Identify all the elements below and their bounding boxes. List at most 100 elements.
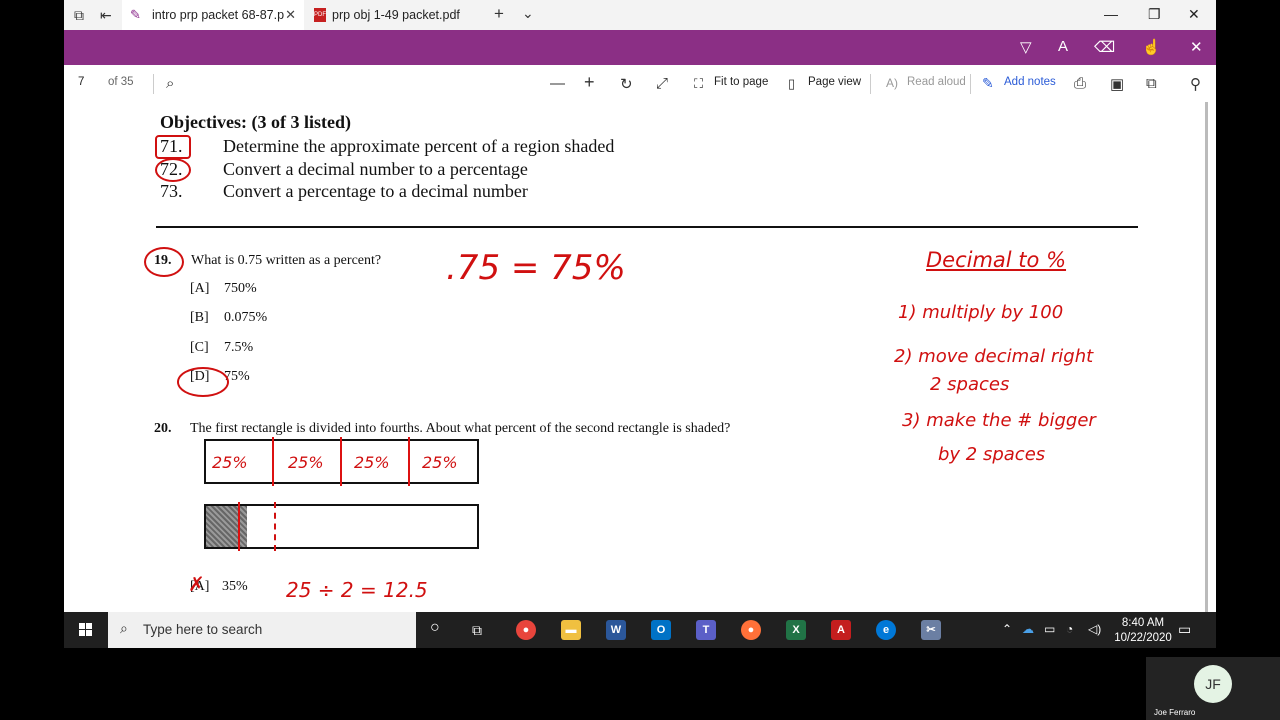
avatar: JF bbox=[1194, 665, 1232, 703]
read-aloud-icon: A) bbox=[886, 76, 898, 90]
add-notes-icon: ✎ bbox=[982, 75, 994, 91]
edge-icon[interactable]: e bbox=[876, 620, 896, 640]
webcam-tile: JF Joe Ferraro bbox=[1146, 657, 1280, 720]
word-icon[interactable]: W bbox=[606, 620, 626, 640]
rectangle-fourths: 25% 25% 25% 25% bbox=[204, 437, 479, 486]
notifications-icon[interactable]: ▭ bbox=[1178, 621, 1191, 638]
restore-icon[interactable]: ❐ bbox=[1148, 6, 1161, 23]
new-tab-button[interactable]: + bbox=[494, 4, 504, 24]
draw-icon[interactable]: ▽ bbox=[1020, 38, 1032, 56]
fit-icon: ⛶ bbox=[694, 76, 704, 91]
ink-q20-work: 25 ÷ 2 = 12.5 bbox=[286, 578, 428, 602]
page-view-button[interactable]: Page view bbox=[808, 76, 861, 88]
option-letter: [B] bbox=[190, 310, 209, 325]
cortana-icon[interactable]: ○ bbox=[430, 619, 440, 637]
divider bbox=[970, 74, 971, 94]
chrome-icon[interactable]: ● bbox=[516, 620, 536, 640]
objective-text: Convert a decimal number to a percentage bbox=[223, 159, 528, 179]
ink-circle bbox=[177, 367, 229, 397]
zoom-in-icon[interactable]: + bbox=[584, 72, 595, 93]
taskbar-search[interactable]: ⌕ Type here to search bbox=[108, 612, 416, 648]
eraser-icon[interactable]: ⌫ bbox=[1094, 38, 1115, 56]
page-number-input[interactable]: 7 bbox=[78, 76, 84, 88]
option-text: 0.075% bbox=[224, 310, 268, 325]
taskbar: ⌕ Type here to search ○ ⧉ ● ▬ W O T ● X … bbox=[64, 612, 1216, 648]
time: 8:40 AM bbox=[1121, 617, 1165, 629]
outlook-icon[interactable]: O bbox=[651, 620, 671, 640]
ink-label: 25% bbox=[288, 453, 324, 472]
close-tab-icon[interactable]: ✕ bbox=[285, 7, 296, 23]
participant-name: Joe Ferraro bbox=[1154, 708, 1196, 717]
ink-divider bbox=[272, 437, 274, 486]
snipping-tool-icon[interactable]: ✂ bbox=[921, 620, 941, 640]
rotate-icon[interactable]: ↻ bbox=[620, 75, 633, 93]
tab-menu-icon[interactable]: ⌄ bbox=[522, 5, 534, 22]
acrobat-icon[interactable]: A bbox=[831, 620, 851, 640]
tab-label: intro prp packet 68-87.p bbox=[152, 8, 285, 22]
ink-label: 25% bbox=[354, 453, 390, 472]
file-explorer-icon[interactable]: ▬ bbox=[561, 620, 581, 640]
option-letter: [A] bbox=[190, 281, 210, 296]
objective-text: Determine the approximate percent of a r… bbox=[223, 136, 615, 156]
battery-icon[interactable]: ▭ bbox=[1044, 622, 1055, 636]
touch-icon[interactable]: ☝ bbox=[1142, 38, 1161, 56]
save-as-icon[interactable]: ⧉ bbox=[1146, 75, 1157, 92]
tab-obj-packet[interactable]: PDF prp obj 1-49 packet.pdf bbox=[306, 0, 486, 30]
clock[interactable]: 8:40 AM 10/22/2020 bbox=[1108, 616, 1178, 646]
ink-divider bbox=[238, 502, 240, 551]
tab-actions-icon[interactable]: ⧉ bbox=[74, 7, 84, 24]
search-icon: ⌕ bbox=[120, 620, 128, 636]
search-input[interactable]: Type here to search bbox=[143, 622, 262, 637]
task-view-icon[interactable]: ⧉ bbox=[472, 622, 482, 639]
highlight-icon[interactable]: A bbox=[1058, 38, 1068, 55]
vertical-tabs-icon[interactable]: ⇤ bbox=[100, 7, 112, 24]
fit-to-page-button[interactable]: Fit to page bbox=[714, 76, 768, 88]
teams-icon[interactable]: T bbox=[696, 620, 716, 640]
ink-label: 25% bbox=[212, 453, 248, 472]
ink-circle bbox=[144, 247, 184, 277]
divider bbox=[870, 74, 871, 94]
network-icon[interactable]: ◔ bbox=[1066, 622, 1073, 636]
page-count: of 35 bbox=[108, 76, 134, 88]
chevron-up-icon[interactable]: ⌃ bbox=[1002, 622, 1012, 636]
shaded-region bbox=[206, 506, 247, 547]
option-text: 7.5% bbox=[224, 340, 254, 355]
pdf-page: Objectives: (3 of 3 listed) 71. Determin… bbox=[64, 102, 1216, 612]
start-button[interactable] bbox=[64, 612, 108, 648]
objectives-heading: Objectives: (3 of 3 listed) bbox=[160, 112, 351, 132]
volume-icon[interactable]: ◁) bbox=[1088, 622, 1101, 636]
excel-icon[interactable]: X bbox=[786, 620, 806, 640]
tab-label: prp obj 1-49 packet.pdf bbox=[332, 8, 460, 22]
ink-note: by 2 spaces bbox=[938, 444, 1046, 465]
close-ink-icon[interactable]: ✕ bbox=[1190, 38, 1203, 56]
onedrive-icon[interactable]: ☁ bbox=[1022, 622, 1034, 636]
page-view-icon: ▯ bbox=[788, 76, 796, 91]
ink-note: 2 spaces bbox=[930, 374, 1010, 395]
pin-icon[interactable]: ⚲ bbox=[1190, 75, 1201, 93]
ink-box bbox=[155, 135, 191, 159]
option-text: 35% bbox=[222, 579, 248, 594]
edge-window: ⧉ ⇤ ✎ intro prp packet 68-87.p ✕ PDF prp… bbox=[64, 0, 1216, 648]
pdf-toolbar: 7 of 35 ⌕ — + ↻ ⤢ ⛶ Fit to page ▯ Page v… bbox=[64, 65, 1216, 103]
tab-intro-packet[interactable]: ✎ intro prp packet 68-87.p ✕ bbox=[122, 0, 304, 30]
ink-note: 3) make the # bigger bbox=[902, 410, 1096, 431]
scrollbar[interactable] bbox=[1205, 102, 1208, 612]
save-icon[interactable]: ▣ bbox=[1110, 75, 1124, 93]
ink-divider bbox=[408, 437, 410, 486]
add-notes-button[interactable]: Add notes bbox=[1004, 76, 1056, 88]
print-icon[interactable]: ⎙ bbox=[1074, 75, 1086, 92]
option-letter: [C] bbox=[190, 340, 209, 355]
date: 10/22/2020 bbox=[1114, 632, 1172, 644]
close-window-icon[interactable]: ✕ bbox=[1188, 6, 1200, 23]
tab-bar: ⧉ ⇤ ✎ intro prp packet 68-87.p ✕ PDF prp… bbox=[64, 0, 1216, 30]
firefox-icon[interactable]: ● bbox=[741, 620, 761, 640]
ink-strike: ✗ bbox=[188, 572, 205, 596]
question-text: What is 0.75 written as a percent? bbox=[191, 253, 382, 268]
zoom-out-icon[interactable]: — bbox=[550, 75, 565, 92]
objective-text: Convert a percentage to a decimal number bbox=[223, 181, 528, 201]
minimize-icon[interactable]: — bbox=[1104, 6, 1118, 22]
read-aloud-button[interactable]: Read aloud bbox=[907, 76, 966, 88]
fullscreen-icon[interactable]: ⤢ bbox=[656, 75, 668, 92]
search-icon[interactable]: ⌕ bbox=[166, 75, 174, 92]
ink-note: 1) multiply by 100 bbox=[898, 302, 1064, 323]
